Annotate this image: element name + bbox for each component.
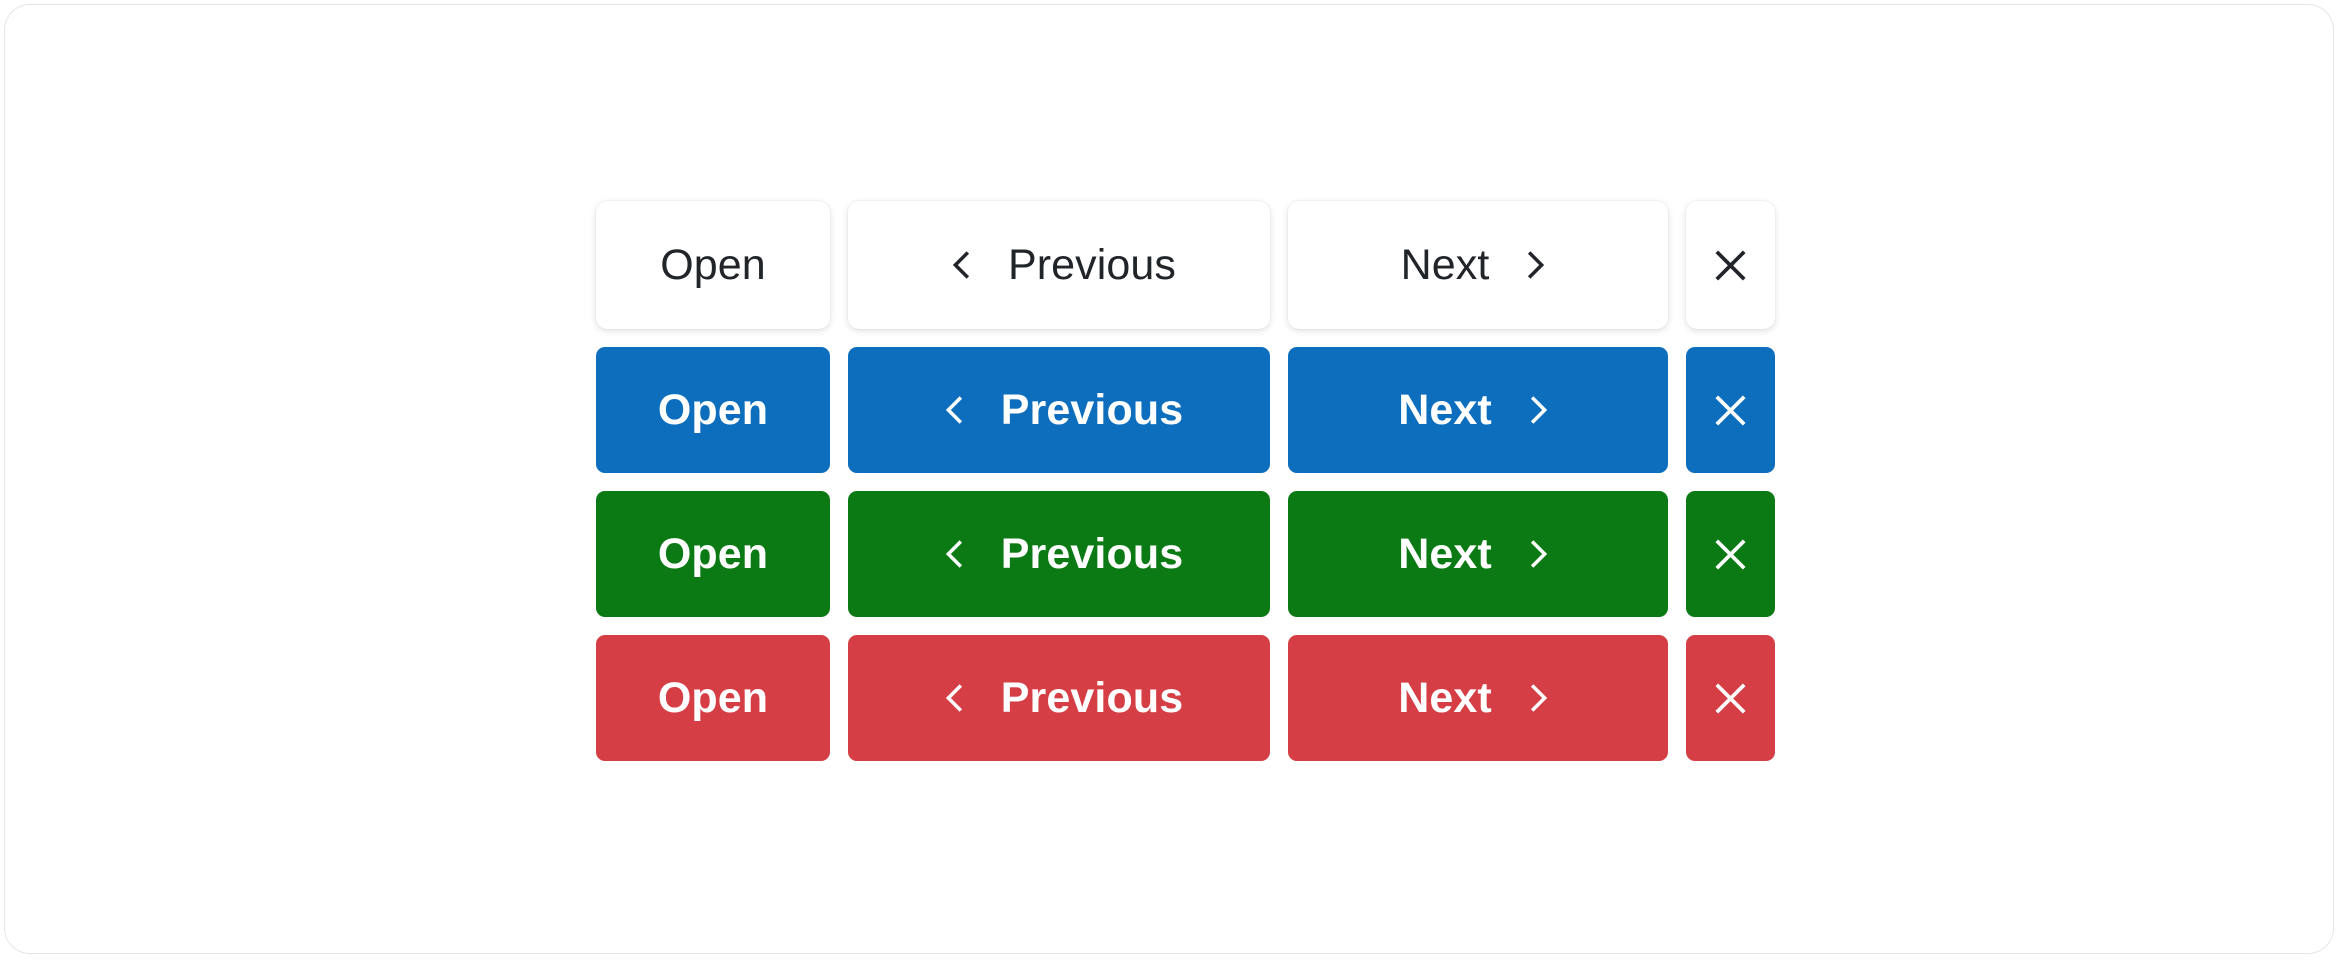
close-icon — [1715, 249, 1746, 281]
next-button-label: Next — [1398, 529, 1492, 578]
previous-button-success[interactable]: Previous — [848, 491, 1270, 617]
close-button-danger[interactable] — [1686, 635, 1775, 761]
next-button-label: Next — [1398, 385, 1492, 434]
open-button-light[interactable]: Open — [596, 201, 830, 329]
chevron-right-icon — [1528, 251, 1545, 279]
open-button-label: Open — [660, 240, 766, 289]
previous-button-label: Previous — [1007, 240, 1177, 289]
button-row-primary: Open Previous Next — [596, 347, 1775, 473]
button-row-danger: Open Previous Next — [596, 635, 1775, 761]
close-button-primary[interactable] — [1686, 347, 1775, 473]
close-button-success[interactable] — [1686, 491, 1775, 617]
open-button-danger[interactable]: Open — [596, 635, 830, 761]
open-button-label: Open — [657, 385, 769, 434]
previous-button-label: Previous — [1000, 529, 1184, 578]
chevron-left-icon — [945, 396, 962, 424]
previous-button-danger[interactable]: Previous — [848, 635, 1270, 761]
button-row-light: Open Previous Next — [596, 201, 1775, 329]
chevron-left-icon — [952, 251, 970, 279]
close-button-light[interactable] — [1686, 201, 1775, 329]
next-button-danger[interactable]: Next — [1288, 635, 1668, 761]
next-button-success[interactable]: Next — [1288, 491, 1668, 617]
chevron-right-icon — [1530, 396, 1547, 424]
button-matrix: Open Previous Next Open Previous Next Op… — [596, 201, 1775, 761]
chevron-left-icon — [945, 540, 962, 568]
chevron-left-icon — [945, 684, 962, 712]
previous-button-label: Previous — [1000, 385, 1184, 434]
next-button-label: Next — [1400, 240, 1490, 289]
previous-button-label: Previous — [1000, 673, 1184, 722]
page-frame: Open Previous Next Open Previous Next Op… — [4, 4, 2334, 954]
next-button-primary[interactable]: Next — [1288, 347, 1668, 473]
close-icon — [1715, 394, 1746, 426]
open-button-success[interactable]: Open — [596, 491, 830, 617]
previous-button-primary[interactable]: Previous — [848, 347, 1270, 473]
chevron-right-icon — [1530, 684, 1547, 712]
close-icon — [1715, 538, 1746, 570]
chevron-right-icon — [1530, 540, 1547, 568]
button-row-success: Open Previous Next — [596, 491, 1775, 617]
previous-button-light[interactable]: Previous — [848, 201, 1270, 329]
next-button-label: Next — [1398, 673, 1492, 722]
next-button-light[interactable]: Next — [1288, 201, 1668, 329]
open-button-primary[interactable]: Open — [596, 347, 830, 473]
close-icon — [1715, 682, 1746, 714]
open-button-label: Open — [657, 673, 769, 722]
open-button-label: Open — [657, 529, 769, 578]
